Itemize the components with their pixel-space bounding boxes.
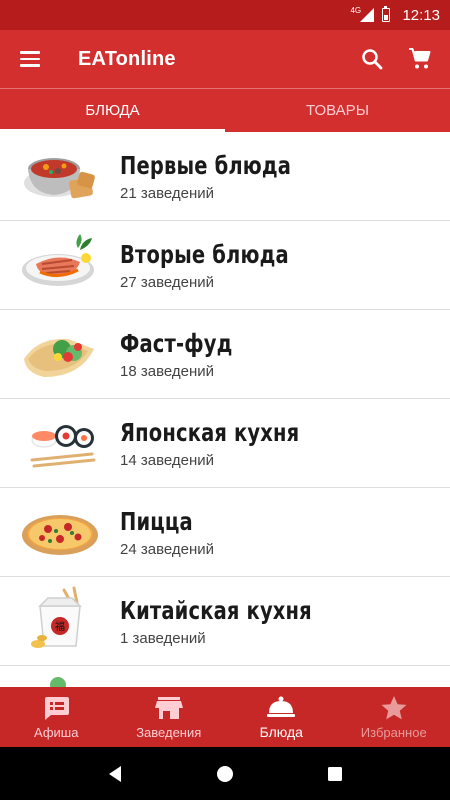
status-bar: 4G 12:13: [0, 0, 450, 30]
wrap-icon: [0, 310, 120, 399]
home-icon[interactable]: [215, 764, 235, 784]
signal-icon: 4G: [350, 6, 375, 22]
category-count: 14 заведений: [120, 451, 215, 469]
svg-text:福: 福: [55, 620, 65, 633]
list-item-chinese[interactable]: 福 Китайская кухня 1 заведений: [0, 577, 450, 666]
chinese-box-icon: 福: [0, 577, 120, 666]
grilled-fish-plate-icon: [0, 221, 120, 310]
soup-bowl-icon: [0, 132, 120, 221]
store-icon: [154, 696, 183, 719]
nav-item-afisha[interactable]: Афиша: [0, 687, 113, 747]
category-count: 24 заведений: [120, 540, 215, 558]
tab-bar: БЛЮДА ТОВАРЫ: [0, 88, 450, 132]
feed-icon: [45, 696, 70, 720]
list-item-japanese[interactable]: Японская кухня 14 заведений: [0, 399, 450, 488]
category-title: Японская кухня: [120, 417, 300, 447]
category-title: Пицца: [120, 506, 193, 536]
list-item-first-courses[interactable]: Первые блюда 21 заведений: [0, 132, 450, 221]
cloche-icon: [267, 696, 296, 717]
list-item-pizza[interactable]: Пицца 24 заведений: [0, 488, 450, 577]
tab-dishes[interactable]: БЛЮДА: [0, 89, 225, 132]
system-nav-bar: [0, 747, 450, 800]
back-icon[interactable]: [105, 764, 125, 784]
network-type: 4G: [350, 6, 362, 15]
cart-icon[interactable]: [396, 30, 444, 88]
category-title: Фаст-фуд: [120, 328, 233, 358]
category-title: Вторые блюда: [120, 239, 289, 269]
nav-item-favorites[interactable]: Избранное: [338, 687, 450, 747]
category-count: 18 заведений: [120, 362, 215, 380]
app-title: EATonline: [78, 47, 176, 70]
sushi-icon: [0, 399, 120, 488]
nav-label: Заведения: [136, 724, 202, 740]
category-title: Первые блюда: [120, 150, 292, 180]
category-count: 21 заведений: [120, 184, 215, 202]
list-item-second-courses[interactable]: Вторые блюда 27 заведений: [0, 221, 450, 310]
partial-dish-icon: [0, 666, 120, 687]
app-bar: EATonline: [0, 30, 450, 88]
pizza-icon: [0, 488, 120, 577]
category-list: Первые блюда 21 заведений Вторые блюда 2…: [0, 132, 450, 687]
nav-item-venues[interactable]: Заведения: [113, 687, 226, 747]
bottom-navigation: Афиша Заведения Блюда Избранное: [0, 687, 450, 747]
status-time: 12:13: [402, 6, 440, 24]
category-title: Китайская кухня: [120, 595, 312, 625]
list-item-fast-food[interactable]: Фаст-фуд 18 заведений: [0, 310, 450, 399]
category-count: 27 заведений: [120, 273, 215, 291]
nav-label: Избранное: [360, 724, 427, 740]
star-icon: [381, 695, 407, 719]
list-item-partial[interactable]: [0, 666, 450, 687]
nav-label: Блюда: [259, 724, 303, 740]
recents-icon[interactable]: [325, 764, 345, 784]
nav-label: Афиша: [34, 724, 79, 740]
tab-goods[interactable]: ТОВАРЫ: [225, 89, 450, 132]
battery-icon: [382, 6, 391, 22]
nav-item-dishes[interactable]: Блюда: [225, 687, 338, 747]
category-count: 1 заведений: [120, 629, 206, 647]
menu-icon[interactable]: [0, 30, 60, 88]
app-screen: 4G 12:13 EATonline БЛЮДА ТОВАРЫ Первые б…: [0, 0, 450, 800]
search-icon[interactable]: [348, 30, 396, 88]
